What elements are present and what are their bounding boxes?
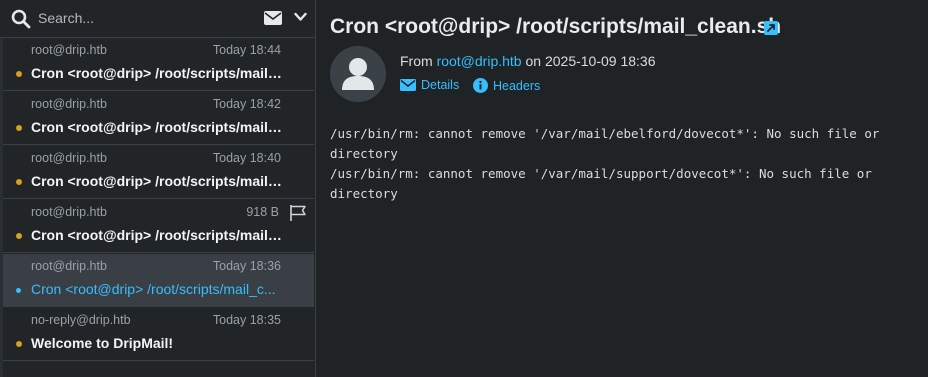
search-icon[interactable] — [11, 9, 31, 29]
selected-dot-icon — [16, 288, 21, 293]
message-list-panel: root@drip.htb Today 18:44 Cron <root@dri… — [0, 0, 316, 377]
message-from: root@drip.htb — [31, 43, 107, 57]
message-from: root@drip.htb — [31, 205, 107, 219]
list-item[interactable]: root@drip.htb Today 18:44 Cron <root@dri… — [3, 38, 314, 91]
unread-dot-icon — [16, 233, 22, 239]
message-from: root@drip.htb — [31, 97, 107, 111]
message-title: Cron <root@drip> /root/scripts/mail_clea… — [330, 15, 782, 38]
message-subject: Welcome to DripMail! — [31, 335, 174, 351]
message-date: 2025-10-09 18:36 — [544, 53, 656, 69]
list-item[interactable]: root@drip.htb 918 B Cron <root@drip> /ro… — [3, 200, 314, 253]
chevron-down-icon[interactable] — [294, 12, 307, 22]
list-item[interactable]: root@drip.htb Today 18:40 Cron <root@dri… — [3, 146, 314, 199]
message-date: Today 18:40 — [212, 151, 281, 165]
details-label: Details — [421, 78, 460, 92]
from-line: From root@drip.htb on 2025-10-09 18:36 — [400, 53, 656, 69]
message-subject: Cron <root@drip> /root/scripts/mail_c... — [31, 65, 287, 81]
message-size: 918 B — [246, 205, 279, 219]
unread-dot-icon — [16, 71, 22, 77]
message-date: Today 18:42 — [212, 97, 281, 111]
list-item-selected[interactable]: root@drip.htb Today 18:36 Cron <root@dri… — [3, 254, 314, 307]
message-subject: Cron <root@drip> /root/scripts/mail_c... — [31, 173, 287, 189]
envelope-icon[interactable] — [264, 11, 282, 25]
message-subject: Cron <root@drip> /root/scripts/mail_c... — [31, 227, 287, 243]
list-item[interactable]: no-reply@drip.htb Today 18:35 Welcome to… — [3, 308, 314, 361]
date-prefix: on — [525, 53, 542, 69]
flag-icon[interactable] — [289, 204, 307, 222]
search-bar — [0, 0, 315, 38]
message-from: no-reply@drip.htb — [31, 313, 131, 327]
message-subject: Cron <root@drip> /root/scripts/mail_c... — [31, 281, 276, 297]
message-from: root@drip.htb — [31, 259, 107, 273]
details-link[interactable]: Details — [400, 78, 459, 92]
unread-dot-icon — [16, 179, 22, 185]
message-date: Today 18:44 — [212, 43, 281, 57]
list-item[interactable]: root@drip.htb Today 18:42 Cron <root@dri… — [3, 92, 314, 145]
headers-link[interactable]: Headers — [473, 78, 540, 93]
external-link-icon[interactable] — [764, 21, 778, 35]
unread-dot-icon — [16, 125, 22, 131]
message-subject: Cron <root@drip> /root/scripts/mail_c... — [31, 119, 287, 135]
avatar-icon — [342, 58, 374, 90]
unread-dot-icon — [16, 341, 22, 347]
message-view: Cron <root@drip> /root/scripts/mail_clea… — [316, 0, 928, 377]
message-date: Today 18:36 — [212, 259, 281, 273]
message-body: /usr/bin/rm: cannot remove '/var/mail/eb… — [330, 126, 880, 201]
avatar — [330, 46, 386, 102]
from-prefix: From — [400, 53, 433, 69]
info-icon — [473, 78, 488, 93]
envelope-small-icon — [400, 79, 416, 91]
from-address-link[interactable]: root@drip.htb — [437, 53, 522, 69]
message-date: Today 18:35 — [212, 313, 281, 327]
headers-label: Headers — [493, 78, 541, 93]
message-from: root@drip.htb — [31, 151, 107, 165]
search-input[interactable] — [38, 9, 238, 27]
